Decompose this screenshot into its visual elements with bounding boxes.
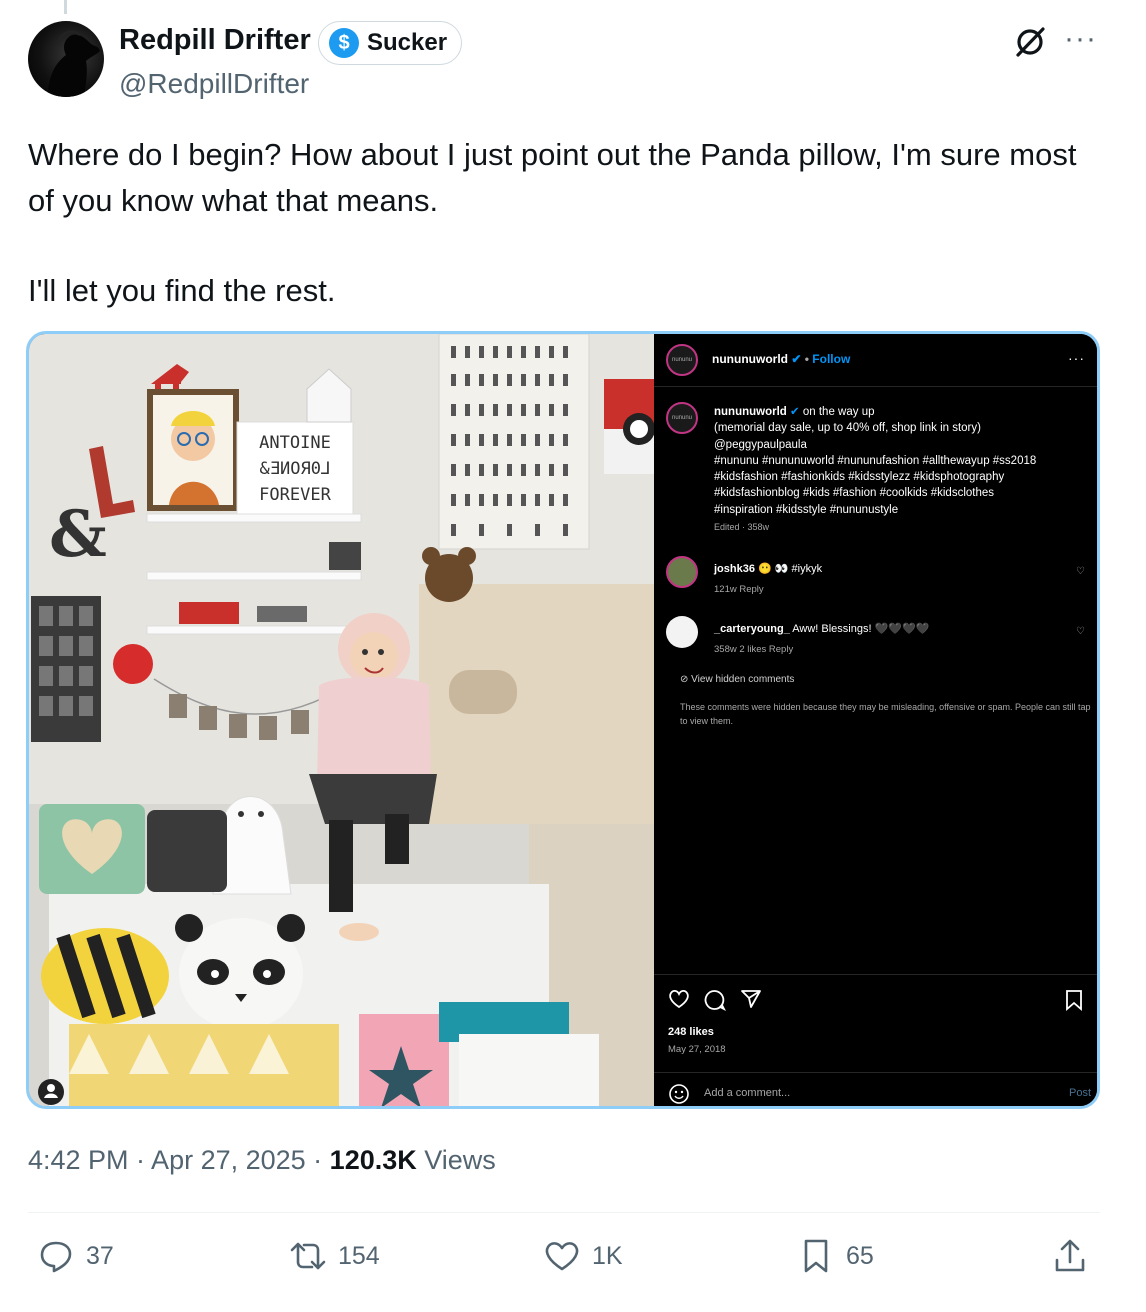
tweet-timestamp[interactable]: 4:42 PM · Apr 27, 2025 · [28, 1145, 330, 1175]
heart-icon [545, 1242, 579, 1271]
letterboard-line: FOREVER [259, 485, 331, 505]
ig-action-bar [654, 974, 1097, 1011]
tweet-paragraph: Where do I begin? How about I just point… [28, 137, 1077, 218]
instagram-post-panel: nununu nununuworld ✔ • Follow ··· nununu… [654, 334, 1097, 1106]
ig-like-icon[interactable] [668, 989, 690, 1009]
reply-icon [40, 1241, 72, 1273]
ig-commenter-avatar[interactable] [666, 616, 698, 648]
ig-share-icon[interactable] [740, 989, 762, 1009]
thread-connector-line [64, 0, 67, 14]
tweet-media[interactable]: ANTOINE &ƎИOЯ0⅃ FOREVER & nununu nununuw… [26, 331, 1100, 1109]
subscriber-badge[interactable]: $ Sucker [318, 21, 463, 65]
ig-comment-user[interactable]: joshk36 [714, 563, 755, 575]
ig-comment: _carteryoung_ Aww! Blessings! 🖤🖤🖤🖤 [714, 622, 929, 635]
ig-caption: nununuworld ✔ on the way up (memorial da… [714, 404, 1084, 518]
ig-view-hidden-comments[interactable]: ⊘ View hidden comments [680, 674, 794, 685]
ig-comment-user[interactable]: _carteryoung_ [714, 623, 790, 635]
ig-caption-line: (memorial day sale, up to 40% off, shop … [714, 422, 981, 435]
views-count: 120.3K [329, 1145, 417, 1175]
tweet-paragraph: I'll let you find the rest. [28, 273, 336, 308]
ig-header-user[interactable]: nununuworld ✔ • Follow [712, 352, 850, 366]
ig-hidden-note: These comments were hidden because they … [680, 702, 1091, 726]
eye-slash-icon: ⊘ [680, 674, 689, 685]
ig-save-icon[interactable] [1065, 989, 1083, 1011]
reply-button[interactable]: 37 [36, 1236, 114, 1276]
emoji-icon[interactable] [668, 1083, 690, 1105]
ig-more-icon[interactable]: ··· [1068, 350, 1085, 366]
verified-icon: ✔ [790, 406, 800, 418]
badge-label: Sucker [367, 29, 448, 56]
ig-caption-line[interactable]: #kidsfashion #fashionkids #kidsstylezz #… [714, 469, 1084, 485]
wall-ampersand: & [49, 497, 107, 572]
bookmark-icon [804, 1239, 828, 1273]
ig-comment-text: Aww! Blessings! 🖤🖤🖤🖤 [792, 623, 930, 635]
ig-header: nununu nununuworld ✔ • Follow ··· [654, 334, 1097, 387]
ig-follow-button[interactable]: Follow [812, 352, 850, 366]
ig-comment: joshk36 😶 👀 #iykyk [714, 562, 822, 575]
ig-post-date: May 27, 2018 [668, 1044, 726, 1055]
verified-icon: ✔ [791, 352, 802, 366]
share-button[interactable] [1050, 1236, 1090, 1276]
author-name[interactable]: Redpill Drifter [119, 24, 311, 57]
tweet-meta: 4:42 PM · Apr 27, 2025 · 120.3K Views [28, 1145, 496, 1176]
repost-button[interactable]: 154 [288, 1236, 380, 1276]
letterboard-line: &ƎИOЯ0⅃ [260, 459, 331, 479]
ig-comment-meta[interactable]: 358w 2 likes Reply [714, 644, 793, 655]
tweet-text: Where do I begin? How about I just point… [28, 132, 1108, 314]
ig-comment-meta[interactable]: 121w Reply [714, 584, 764, 595]
ig-username[interactable]: nununuworld [712, 352, 788, 366]
repost-count: 154 [338, 1241, 380, 1270]
ig-caption-line[interactable]: #nununu #nununuworld #nununufashion #all… [714, 453, 1084, 469]
room-photo[interactable]: ANTOINE &ƎИOЯ0⅃ FOREVER & [29, 334, 654, 1106]
ig-caption-line: on the way up [802, 406, 875, 418]
ig-edited-label: Edited · 358w [714, 522, 770, 532]
more-options-icon[interactable]: ··· [1064, 22, 1097, 56]
divider [28, 1212, 1100, 1213]
grok-icon[interactable] [1012, 24, 1048, 60]
ig-comment-bar: Add a comment... Post [654, 1072, 1097, 1106]
ig-commenter-avatar[interactable] [666, 556, 698, 588]
ig-add-comment-input[interactable]: Add a comment... [704, 1087, 790, 1099]
ig-comment-text: 😶 👀 #iykyk [758, 563, 823, 575]
ig-caption-avatar[interactable]: nununu [666, 402, 698, 434]
letterboard-line: ANTOINE [259, 433, 331, 453]
repost-icon [290, 1242, 326, 1270]
ig-caption-line[interactable]: @peggypaulpaula [714, 437, 1084, 453]
like-count: 1K [592, 1241, 623, 1270]
bookmark-count: 65 [846, 1241, 874, 1270]
reply-count: 37 [86, 1241, 114, 1270]
like-button[interactable]: 1K [542, 1236, 623, 1276]
ig-likes-count[interactable]: 248 likes [668, 1026, 714, 1038]
avatar[interactable] [28, 21, 104, 97]
author-handle[interactable]: @RedpillDrifter [119, 68, 309, 100]
ig-comment-like-icon[interactable]: ♡ [1076, 566, 1085, 577]
ig-comment-like-icon[interactable]: ♡ [1076, 626, 1085, 637]
ig-caption-line[interactable]: #inspiration #kidsstyle #nununustyle [714, 502, 1084, 518]
ig-profile-avatar[interactable]: nununu [666, 344, 698, 376]
ig-caption-user[interactable]: nununuworld [714, 406, 787, 418]
ig-view-hidden-label: View hidden comments [691, 674, 795, 685]
dollar-icon: $ [329, 28, 359, 58]
ig-post-button[interactable]: Post [1069, 1087, 1091, 1099]
share-icon [1055, 1239, 1085, 1272]
ig-caption-line[interactable]: #kidsfashionblog #kids #fashion #coolkid… [714, 485, 1084, 501]
bookmark-button[interactable]: 65 [796, 1236, 874, 1276]
ig-comment-icon[interactable] [704, 989, 726, 1011]
views-label: Views [416, 1145, 496, 1175]
